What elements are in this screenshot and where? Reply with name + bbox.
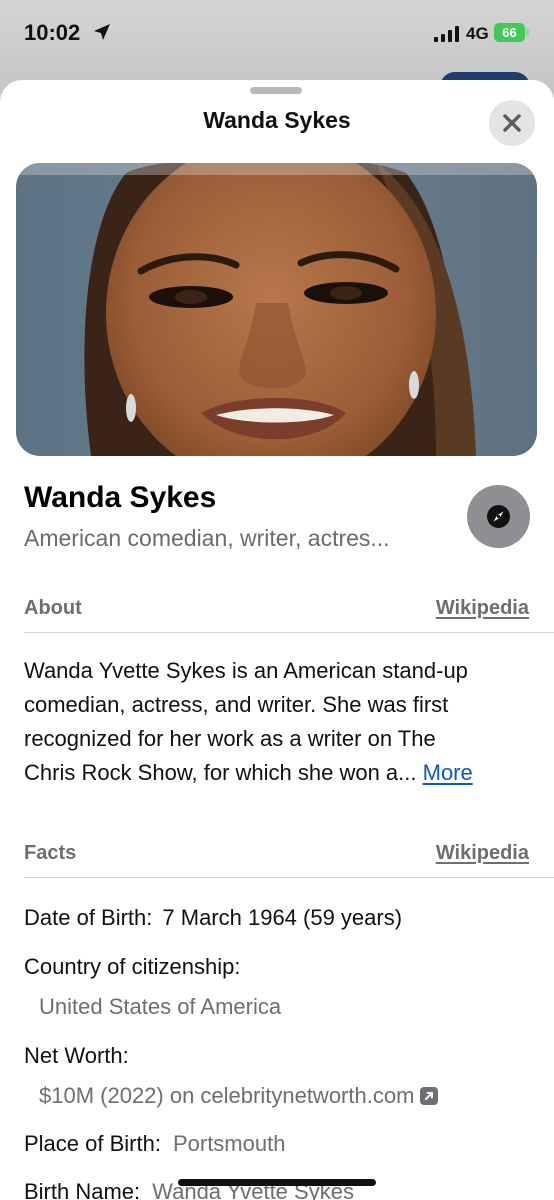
battery-icon: 66	[494, 23, 525, 42]
person-photo	[16, 163, 537, 456]
facts-source-link[interactable]: Wikipedia	[436, 842, 529, 865]
fact-citizenship-label: Country of citizenship:	[24, 954, 241, 979]
screen: 10:02 4G 66 Wanda Sykes Wanda Sykes Amer…	[0, 0, 554, 1200]
person-description: American comedian, writer, actres...	[24, 525, 390, 551]
fact-citizenship-value: United States of America	[39, 994, 282, 1019]
close-icon	[503, 114, 521, 132]
portrait-image	[16, 163, 537, 456]
battery-level: 66	[502, 25, 517, 40]
explore-button[interactable]	[467, 485, 530, 548]
fact-label: Date of Birth:	[24, 905, 153, 930]
status-bar: 10:02 4G 66	[0, 0, 554, 70]
about-source-link[interactable]: Wikipedia	[436, 597, 529, 620]
sheet-title: Wanda Sykes	[203, 107, 351, 133]
person-name: Wanda Sykes	[24, 481, 217, 514]
info-sheet: Wanda Sykes Wanda Sykes American comedia…	[0, 80, 554, 1200]
fact-net-worth-label: Net Worth:	[24, 1043, 129, 1068]
more-link[interactable]: More	[423, 760, 473, 785]
about-divider	[24, 632, 554, 633]
facts-label: Facts	[24, 842, 77, 864]
compass-icon	[487, 505, 510, 528]
about-line: Chris Rock Show, for which she won a...	[24, 760, 417, 785]
fact-label: Birth Name:	[24, 1179, 141, 1200]
fact-label: Place of Birth:	[24, 1131, 161, 1156]
network-type: 4G	[466, 24, 489, 43]
fact-place-of-birth: Place of Birth: Portsmouth	[24, 1131, 285, 1157]
facts-divider	[24, 877, 554, 878]
about-line: recognized for her work as a writer on T…	[24, 726, 436, 751]
close-button[interactable]	[489, 100, 535, 146]
fact-value: Portsmouth	[172, 1131, 286, 1156]
external-link-icon	[420, 1087, 439, 1105]
sheet-grabber[interactable]	[250, 87, 302, 94]
about-text: Wanda Yvette Sykes is an American stand-…	[24, 654, 534, 790]
home-indicator[interactable]	[178, 1179, 376, 1186]
about-line-last: Chris Rock Show, for which she won a... …	[24, 756, 534, 790]
fact-net-worth-value[interactable]: $10M (2022) on celebritynetworth.com	[39, 1083, 439, 1109]
battery-cap	[526, 29, 529, 36]
status-time: 10:02	[24, 20, 81, 45]
about-line: Wanda Yvette Sykes is an American stand-…	[24, 658, 468, 683]
location-arrow-icon	[94, 24, 110, 40]
about-line: comedian, actress, and writer. She was f…	[24, 692, 449, 717]
fact-value: 7 March 1964 (59 years)	[162, 905, 403, 930]
net-worth-link[interactable]: $10M (2022) on celebritynetworth.com	[39, 1083, 414, 1108]
fact-date-of-birth: Date of Birth: 7 March 1964 (59 years)	[24, 905, 402, 931]
about-label: About	[24, 597, 82, 619]
cellular-signal-icon	[434, 26, 459, 42]
